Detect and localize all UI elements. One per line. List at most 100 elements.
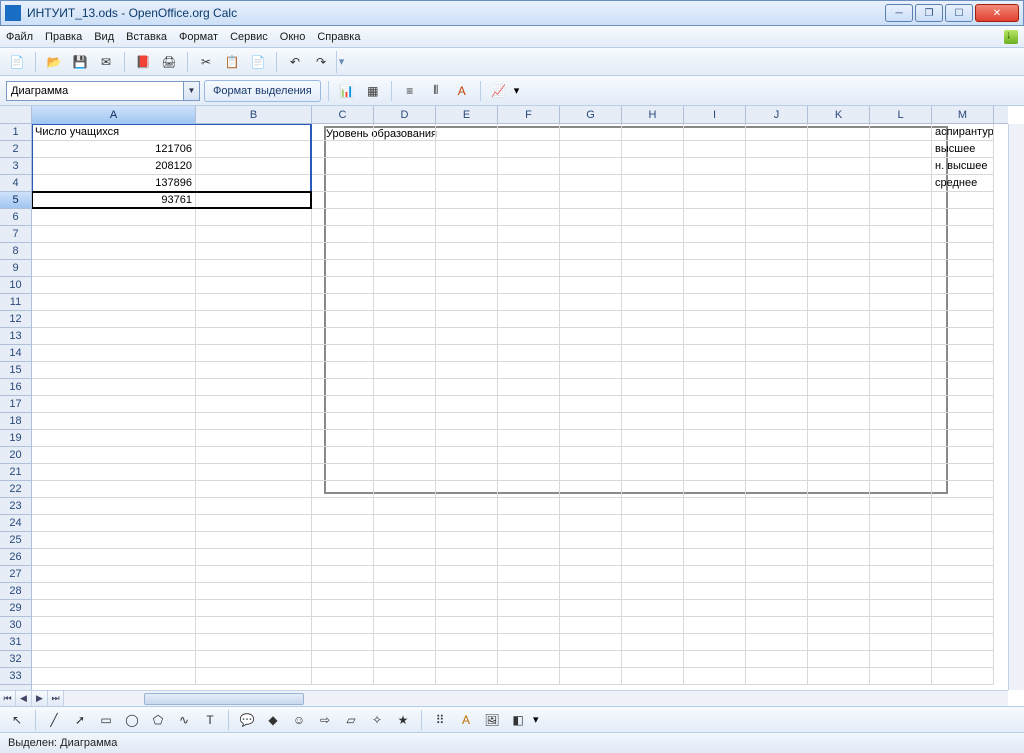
cell[interactable] [622,617,684,634]
cell[interactable] [746,345,808,362]
cell[interactable] [196,532,312,549]
cell[interactable] [32,430,196,447]
column-header[interactable]: C [312,106,374,124]
menu-help[interactable]: Справка [317,31,360,43]
cell[interactable] [684,243,746,260]
cell[interactable] [32,362,196,379]
cell[interactable] [374,226,436,243]
cell[interactable] [622,515,684,532]
cell[interactable] [746,447,808,464]
cell[interactable] [196,243,312,260]
row-header[interactable]: 3 [0,158,31,175]
cell[interactable] [560,260,622,277]
cell[interactable] [312,481,374,498]
row-header[interactable]: 25 [0,532,31,549]
cell[interactable] [374,209,436,226]
fontwork-button[interactable]: A [455,709,477,731]
cell[interactable] [746,141,808,158]
cell[interactable] [196,396,312,413]
cell[interactable] [312,243,374,260]
cell[interactable] [312,447,374,464]
cell[interactable] [684,328,746,345]
cell[interactable] [684,124,746,141]
cell[interactable] [870,566,932,583]
cell[interactable] [312,532,374,549]
line-tool-button[interactable]: ╱ [43,709,65,731]
cell[interactable] [374,124,436,141]
cell[interactable] [32,498,196,515]
download-icon[interactable] [1004,30,1018,44]
cell[interactable] [870,430,932,447]
cell[interactable] [374,430,436,447]
sheet-nav-prev[interactable]: ◀ [16,691,32,706]
row-header[interactable]: 13 [0,328,31,345]
cell[interactable] [808,549,870,566]
menu-window[interactable]: Окно [280,31,306,43]
cell[interactable] [622,362,684,379]
legend-button[interactable]: A [451,80,473,102]
cell[interactable] [196,158,312,175]
cell[interactable] [932,379,994,396]
row-header[interactable]: 18 [0,413,31,430]
cell[interactable] [436,566,498,583]
cell[interactable] [932,464,994,481]
cell[interactable] [312,583,374,600]
cell[interactable] [374,192,436,209]
cell[interactable] [498,226,560,243]
chart-type-button[interactable]: 📊 [336,80,358,102]
cell[interactable] [436,311,498,328]
cell[interactable] [746,549,808,566]
cell[interactable] [32,311,196,328]
cell[interactable] [684,634,746,651]
scale-text-button[interactable]: 📈 [488,80,510,102]
cell[interactable] [684,141,746,158]
row-header[interactable]: 15 [0,362,31,379]
cell[interactable] [374,515,436,532]
cell[interactable] [622,532,684,549]
cell[interactable] [436,481,498,498]
cell[interactable] [684,447,746,464]
callout-tool-button[interactable]: 💬 [236,709,258,731]
cell[interactable] [32,634,196,651]
cell[interactable] [808,175,870,192]
cell[interactable] [498,481,560,498]
cell[interactable] [684,549,746,566]
cell[interactable] [808,583,870,600]
cell[interactable] [870,277,932,294]
cell[interactable] [196,464,312,481]
cell[interactable] [196,311,312,328]
cell[interactable] [808,192,870,209]
cell[interactable] [560,209,622,226]
cell[interactable] [622,498,684,515]
cell[interactable] [560,158,622,175]
cell[interactable] [622,175,684,192]
cell[interactable] [746,260,808,277]
cell[interactable] [746,668,808,685]
cell[interactable] [560,549,622,566]
cell[interactable] [870,634,932,651]
cell[interactable] [312,209,374,226]
horizontal-scrollbar[interactable] [64,691,1008,706]
cell[interactable] [498,192,560,209]
cell[interactable]: высшее [932,141,994,158]
cell[interactable] [374,464,436,481]
cell[interactable] [684,532,746,549]
cell[interactable] [870,600,932,617]
cell[interactable] [746,243,808,260]
restore-button[interactable]: ❐ [915,4,943,22]
cell[interactable] [622,124,684,141]
cell[interactable] [312,192,374,209]
cell[interactable] [374,175,436,192]
cell[interactable] [312,141,374,158]
cell[interactable] [196,192,312,209]
cell[interactable] [32,413,196,430]
cell[interactable] [436,379,498,396]
cell[interactable] [312,328,374,345]
cell[interactable] [622,668,684,685]
cell[interactable] [560,345,622,362]
cell[interactable] [498,345,560,362]
cell[interactable] [746,192,808,209]
cell[interactable] [622,192,684,209]
cell[interactable] [622,600,684,617]
cell[interactable] [436,447,498,464]
